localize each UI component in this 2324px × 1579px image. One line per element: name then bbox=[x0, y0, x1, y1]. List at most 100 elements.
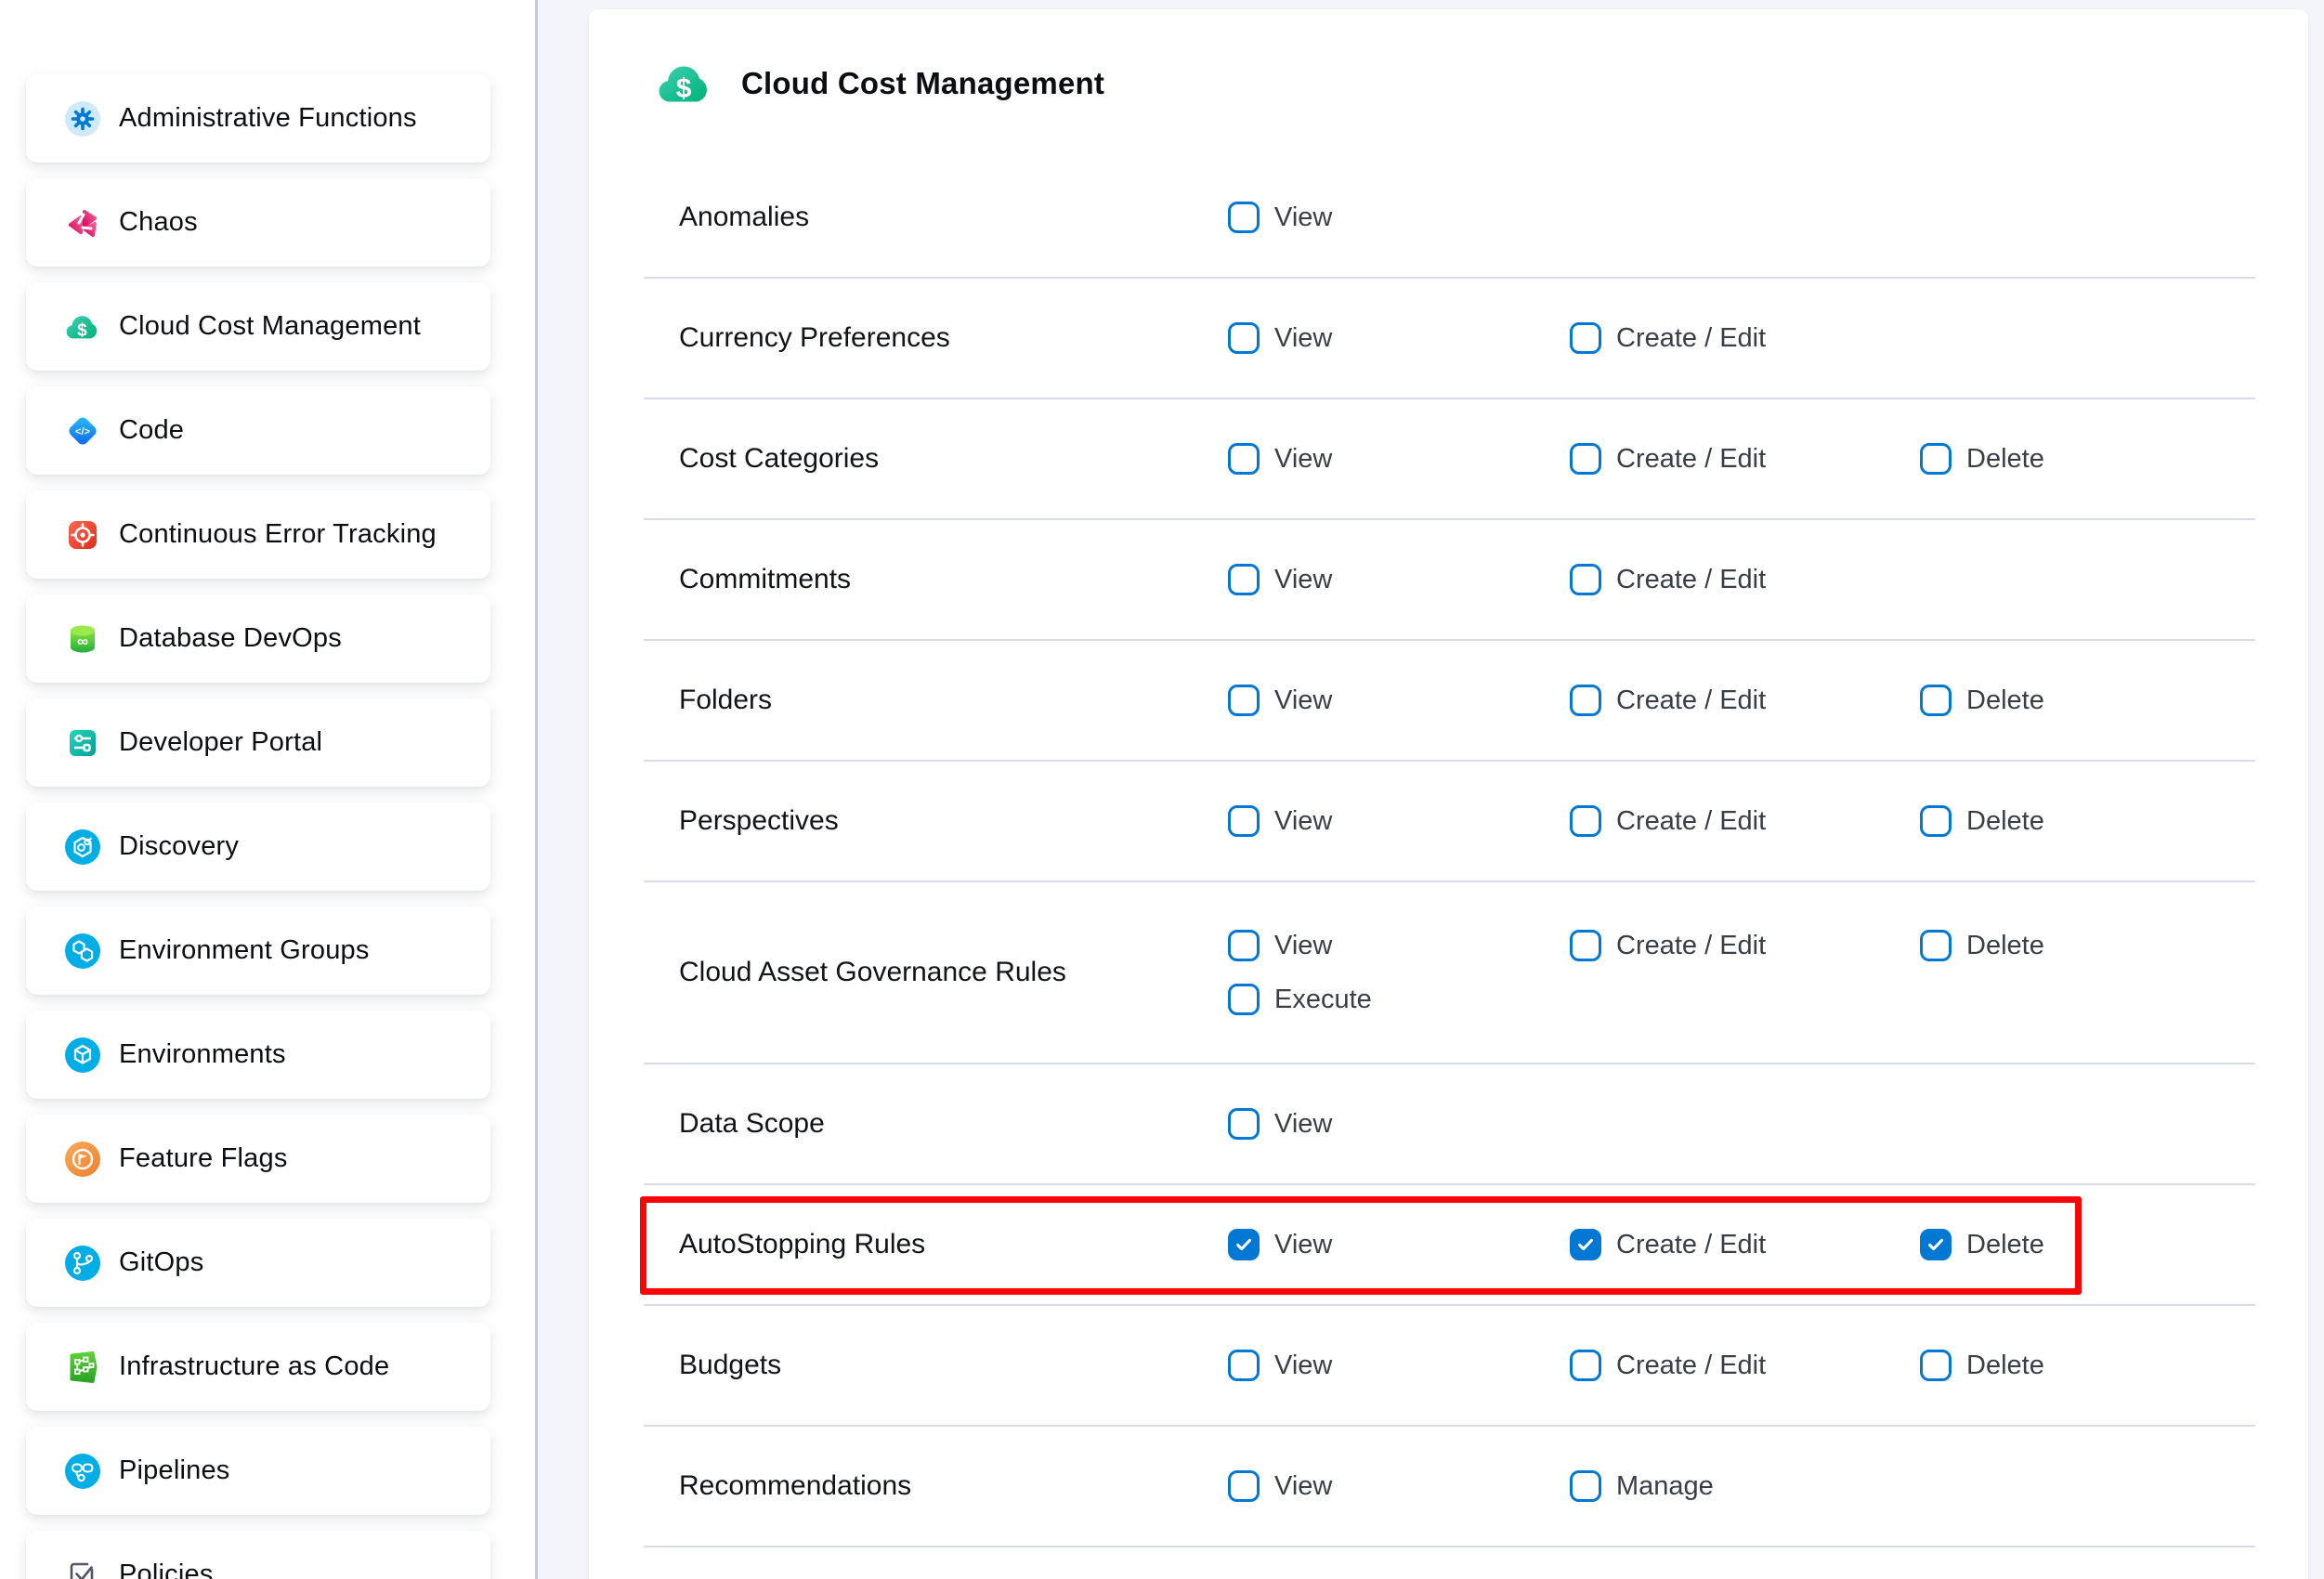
checkbox-delete[interactable] bbox=[1920, 685, 1952, 716]
svg-text:$: $ bbox=[676, 73, 692, 104]
sidebar-item-policies[interactable]: Policies bbox=[26, 1531, 490, 1579]
resource-label: Budgets bbox=[644, 1350, 1228, 1381]
checkbox-view[interactable] bbox=[1228, 564, 1260, 595]
sidebar-item-administrative-functions[interactable]: Administrative Functions bbox=[26, 74, 490, 163]
permission-cost-categories-create-edit[interactable]: Create / Edit bbox=[1570, 443, 1766, 475]
permission-label: View bbox=[1274, 565, 1332, 595]
sidebar-item-code[interactable]: </> Code bbox=[26, 386, 490, 475]
permission-row-data-scope: Data Scope View bbox=[644, 1064, 2255, 1185]
sidebar-item-cloud-cost-management[interactable]: $ Cloud Cost Management bbox=[26, 282, 490, 371]
permission-cloud-asset-governance-rules-delete[interactable]: Delete bbox=[1920, 930, 2044, 961]
permission-budgets-delete[interactable]: Delete bbox=[1920, 1350, 2044, 1381]
permission-autostopping-rules-delete[interactable]: Delete bbox=[1920, 1229, 2044, 1260]
checkbox-create-edit[interactable] bbox=[1570, 1350, 1601, 1381]
resource-label: Cloud Asset Governance Rules bbox=[644, 957, 1228, 988]
checkbox-create-edit[interactable] bbox=[1570, 322, 1601, 354]
checkbox-view[interactable] bbox=[1228, 685, 1260, 716]
permission-perspectives-view[interactable]: View bbox=[1228, 805, 1332, 837]
sidebar-item-label: Policies bbox=[119, 1559, 214, 1579]
permission-label: Create / Edit bbox=[1616, 444, 1766, 475]
developer-portal-icon bbox=[65, 725, 100, 761]
checkbox-execute[interactable] bbox=[1228, 984, 1260, 1015]
checkbox-view[interactable] bbox=[1228, 930, 1260, 961]
checkbox-view-checked[interactable] bbox=[1228, 1229, 1260, 1260]
sidebar-item-continuous-error-tracking[interactable]: Continuous Error Tracking bbox=[26, 490, 490, 579]
checkbox-view[interactable] bbox=[1228, 1108, 1260, 1140]
permission-cloud-asset-governance-rules-view[interactable]: View bbox=[1228, 930, 1332, 961]
chaos-icon bbox=[65, 205, 100, 241]
checkbox-view[interactable] bbox=[1228, 1470, 1260, 1502]
sidebar-item-label: Administrative Functions bbox=[119, 103, 417, 134]
permission-autostopping-rules-view[interactable]: View bbox=[1228, 1229, 1332, 1260]
sidebar-item-pipelines[interactable]: Pipelines bbox=[26, 1427, 490, 1515]
checkbox-view[interactable] bbox=[1228, 443, 1260, 475]
checkbox-delete[interactable] bbox=[1920, 443, 1952, 475]
checkbox-create-edit[interactable] bbox=[1570, 564, 1601, 595]
permission-cost-categories-delete[interactable]: Delete bbox=[1920, 443, 2044, 475]
sidebar-item-infrastructure-as-code[interactable]: Infrastructure as Code bbox=[26, 1323, 490, 1411]
code-icon: </> bbox=[65, 413, 100, 449]
permission-budgets-create-edit[interactable]: Create / Edit bbox=[1570, 1350, 1766, 1381]
checkbox-manage[interactable] bbox=[1570, 1470, 1601, 1502]
permission-folders-create-edit[interactable]: Create / Edit bbox=[1570, 685, 1766, 716]
checkbox-create-edit-checked[interactable] bbox=[1570, 1229, 1601, 1260]
checkbox-view[interactable] bbox=[1228, 1350, 1260, 1381]
permission-rows: Anomalies View Currency Preferences View… bbox=[644, 158, 2255, 1547]
permission-data-scope-view[interactable]: View bbox=[1228, 1108, 1332, 1140]
checkbox-create-edit[interactable] bbox=[1570, 805, 1601, 837]
sidebar-item-discovery[interactable]: Discovery bbox=[26, 803, 490, 891]
permissions-panel: $ Cloud Cost Management Anomalies View C… bbox=[589, 9, 2308, 1579]
checkbox-create-edit[interactable] bbox=[1570, 443, 1601, 475]
permission-anomalies-view[interactable]: View bbox=[1228, 202, 1332, 233]
sidebar-item-gitops[interactable]: GitOps bbox=[26, 1219, 490, 1307]
permission-commitments-view[interactable]: View bbox=[1228, 564, 1332, 595]
permission-currency-preferences-create-edit[interactable]: Create / Edit bbox=[1570, 322, 1766, 354]
permission-currency-preferences-view[interactable]: View bbox=[1228, 322, 1332, 354]
svg-text:∞: ∞ bbox=[77, 633, 88, 650]
checkbox-create-edit[interactable] bbox=[1570, 930, 1601, 961]
permission-autostopping-rules-create-edit[interactable]: Create / Edit bbox=[1570, 1229, 1766, 1260]
sidebar-item-database-devops[interactable]: ∞ Database DevOps bbox=[26, 594, 490, 683]
checkbox-delete[interactable] bbox=[1920, 930, 1952, 961]
checkbox-view[interactable] bbox=[1228, 322, 1260, 354]
permission-row-currency-preferences: Currency Preferences ViewCreate / Edit bbox=[644, 279, 2255, 399]
error-tracking-icon bbox=[65, 517, 100, 553]
permission-label: View bbox=[1274, 806, 1332, 837]
permission-perspectives-create-edit[interactable]: Create / Edit bbox=[1570, 805, 1766, 837]
permission-label: Delete bbox=[1966, 1230, 2044, 1260]
resource-label: Recommendations bbox=[644, 1470, 1228, 1502]
checkbox-create-edit[interactable] bbox=[1570, 685, 1601, 716]
permission-label: View bbox=[1274, 1351, 1332, 1381]
sidebar-item-developer-portal[interactable]: Developer Portal bbox=[26, 698, 490, 787]
sidebar-item-label: Chaos bbox=[119, 207, 198, 238]
discovery-icon bbox=[65, 829, 100, 865]
sidebar-item-environments[interactable]: Environments bbox=[26, 1011, 490, 1099]
sidebar-item-feature-flags[interactable]: Feature Flags bbox=[26, 1115, 490, 1203]
permission-label: View bbox=[1274, 1230, 1332, 1260]
permission-folders-delete[interactable]: Delete bbox=[1920, 685, 2044, 716]
checkbox-delete-checked[interactable] bbox=[1920, 1229, 1952, 1260]
permission-budgets-view[interactable]: View bbox=[1228, 1350, 1332, 1381]
resource-label: Cost Categories bbox=[644, 443, 1228, 475]
permission-label: View bbox=[1274, 931, 1332, 961]
resource-label: Commitments bbox=[644, 564, 1228, 595]
sidebar-item-label: Developer Portal bbox=[119, 727, 322, 758]
sidebar-item-environment-groups[interactable]: Environment Groups bbox=[26, 907, 490, 995]
sidebar-item-chaos[interactable]: Chaos bbox=[26, 178, 490, 267]
policies-icon bbox=[65, 1558, 100, 1579]
checkbox-view[interactable] bbox=[1228, 805, 1260, 837]
pipelines-icon bbox=[65, 1454, 100, 1489]
permission-recommendations-manage[interactable]: Manage bbox=[1570, 1470, 1714, 1502]
checkbox-view[interactable] bbox=[1228, 202, 1260, 233]
permission-perspectives-delete[interactable]: Delete bbox=[1920, 805, 2044, 837]
permission-recommendations-view[interactable]: View bbox=[1228, 1470, 1332, 1502]
checkbox-delete[interactable] bbox=[1920, 1350, 1952, 1381]
sidebar-item-label: Code bbox=[119, 415, 184, 446]
permission-cloud-asset-governance-rules-execute[interactable]: Execute bbox=[1228, 984, 1372, 1015]
permission-cost-categories-view[interactable]: View bbox=[1228, 443, 1332, 475]
permission-folders-view[interactable]: View bbox=[1228, 685, 1332, 716]
permission-cloud-asset-governance-rules-create-edit[interactable]: Create / Edit bbox=[1570, 930, 1766, 961]
checkbox-delete[interactable] bbox=[1920, 805, 1952, 837]
permission-commitments-create-edit[interactable]: Create / Edit bbox=[1570, 564, 1766, 595]
svg-text:$: $ bbox=[77, 320, 87, 340]
